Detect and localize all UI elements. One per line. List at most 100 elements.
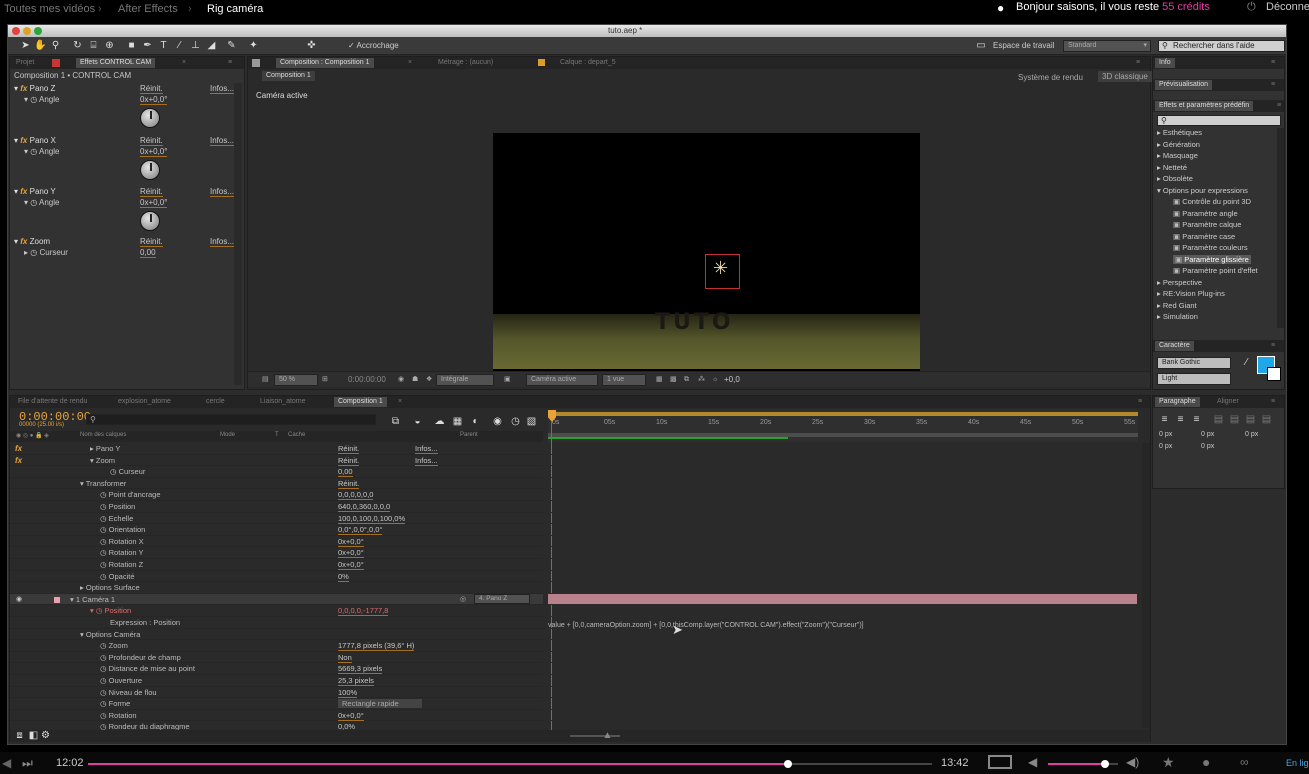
roto-brush-tool-icon[interactable]: ✎ [226,40,237,51]
panel-menu-icon[interactable]: ≡ [1267,397,1279,407]
timeline-track[interactable] [548,663,1137,675]
timeline-track[interactable] [548,710,1137,722]
volume-mute-icon[interactable]: ◀ [1028,755,1037,769]
timeline-layer-row[interactable]: ◷ Zoom 1777,8 pixels (39,6° H) [10,640,543,652]
timeline-track[interactable] [548,593,1137,606]
expand-arrow-icon[interactable]: ▸ [1157,301,1161,310]
stopwatch-icon[interactable]: ◷ [100,572,107,581]
effects-list-item[interactable]: ▸ Red Giant [1157,301,1197,310]
reset-link[interactable]: Réinit. [140,187,163,197]
expand-arrow-icon[interactable]: ▾ [14,136,18,145]
indent-first-value[interactable]: 0 px [1245,431,1258,438]
timeline-layer-row[interactable]: ◷ Forme Rectangle rapide [10,698,543,710]
fx-icon[interactable]: fx [20,136,27,145]
about-link[interactable]: Infos... [210,84,235,94]
stroke-color-swatch[interactable] [1267,367,1281,381]
scrollbar[interactable] [234,83,242,385]
snapshot-icon[interactable]: ◉ [394,375,408,385]
timeline-track[interactable] [548,536,1137,548]
reset-link[interactable]: Réinit. [140,84,163,94]
fx-icon[interactable]: fx [20,237,27,246]
pan-behind-tool-icon[interactable]: ⊕ [104,40,115,51]
comp-mini-flowchart-icon[interactable]: ⧉ [390,416,401,427]
angle-dial[interactable] [140,160,160,180]
tab-composition-1[interactable]: Composition 1 [262,71,315,81]
param-value[interactable]: 0,00 [140,248,156,258]
row-extra-link[interactable]: Infos... [415,444,438,454]
axis-mode-icon[interactable]: ✜ [306,40,317,51]
link-icon[interactable]: ∞ [1240,755,1249,769]
timeline-layer-row[interactable]: ◷ Echelle 100,0,100,0,100,0% [10,513,543,525]
effect-name[interactable]: ▾ fx Pano Z [14,84,55,93]
align-right-icon[interactable]: ≡ [1191,414,1202,425]
camera-tool-icon[interactable]: ⌸ [88,40,99,51]
timeline-track[interactable] [548,547,1137,559]
expand-arrow-icon[interactable]: ▾ [70,595,74,604]
expand-arrow-icon[interactable]: ▾ [90,456,94,465]
timeline-layer-row[interactable]: ◷ Niveau de flou 100% [10,687,543,699]
reset-link[interactable]: Réinit. [140,237,163,247]
camera-select[interactable]: Caméra active [526,374,598,386]
timeline-track[interactable] [548,501,1137,513]
timeline-layer-row[interactable]: ▾ Options Caméra [10,629,543,641]
panel-menu-icon[interactable]: ≡ [1267,58,1279,68]
breadcrumb-after-effects[interactable]: After Effects [118,3,178,15]
timeline-layer-row[interactable]: ◷ Rotation X 0x+0,0° [10,536,543,548]
text-tool-icon[interactable]: T [158,40,169,51]
effects-list-item[interactable]: ▸ Perspective [1157,278,1202,287]
effects-list-item[interactable]: ▸ RE:Vision Plug-ins [1157,289,1225,298]
effect-name[interactable]: ▾ fx Pano Y [14,187,56,196]
seek-bar[interactable] [88,760,932,768]
eyedropper-icon[interactable]: ⁄ [1241,357,1252,368]
grid-icon[interactable]: ▦ [652,375,667,385]
stamp-tool-icon[interactable]: ⊥ [190,40,201,51]
rectangle-tool-icon[interactable]: ■ [126,40,137,51]
stopwatch-icon[interactable]: ◷ [30,147,37,156]
zoom-tool-icon[interactable]: ⚲ [50,40,61,51]
tab-metrage[interactable]: Métrage : (aucun) [434,58,497,68]
justify-right-icon[interactable]: ▤ [1245,414,1256,425]
angle-dial[interactable] [140,211,160,231]
volume-slider[interactable] [1048,760,1118,768]
panel-menu-icon[interactable]: ≡ [224,58,236,68]
panel-menu-icon[interactable]: ≡ [1267,80,1279,90]
resolution-select[interactable]: Intégrale [436,374,494,386]
breadcrumb-all-videos[interactable]: Toutes mes vidéos [4,3,95,15]
graph-editor-icon[interactable]: ◉ [492,416,503,427]
selection-tool-icon[interactable]: ➤ [20,40,31,51]
panel-menu-icon[interactable]: ≡ [1277,101,1281,111]
credits-count[interactable]: 55 crédits [1162,1,1210,13]
disconnect-link[interactable]: Déconne [1266,1,1309,13]
expand-arrow-icon[interactable]: ▾ [90,606,94,615]
effects-list-item[interactable]: ▸ Génération [1157,140,1200,149]
effects-list-item[interactable]: ▸ Masquage [1157,151,1198,160]
timeline-track[interactable] [548,513,1137,525]
tab-align[interactable]: Aligner [1213,397,1243,407]
timeline-track[interactable] [548,571,1137,583]
chart-icon[interactable]: ▧ [526,416,537,427]
effects-search-input[interactable]: ⚲ [1157,115,1281,126]
flowchart-icon[interactable]: ⧉ [680,375,693,385]
effects-list-item[interactable]: ▸ Netteté [1157,163,1187,172]
stopwatch-icon[interactable]: ◷ [30,248,37,257]
zoom-select[interactable]: 50 % [274,374,318,386]
effects-list-item[interactable]: ▣ Paramètre glissière [1173,254,1251,264]
expand-arrow-icon[interactable]: ▸ [80,583,84,592]
fx-icon[interactable]: fx [15,456,22,465]
previous-icon[interactable]: ◀ [2,756,11,770]
space-after-value[interactable]: 0 px [1201,443,1214,450]
tab-paragraph[interactable]: Paragraphe [1155,397,1200,407]
timeline-track[interactable] [548,687,1137,699]
volume-handle[interactable] [1101,760,1110,768]
timeline-track[interactable] [548,478,1137,490]
timeline-icon[interactable]: ▩ [666,375,681,385]
fx-icon[interactable]: fx [15,444,22,453]
exposure-value[interactable]: +0,0 [724,375,740,384]
expand-arrow-icon[interactable]: ▾ [80,479,84,488]
effects-list-item[interactable]: ▸ Simulation [1157,312,1198,321]
tab-effects-control-cam[interactable]: Effets CONTROL CAM [76,58,156,68]
param-value[interactable]: 0x+0,0° [140,147,168,157]
timeline-layer-row[interactable]: ◷ Orientation 0,0°,0,0°,0,0° [10,524,543,536]
row-value[interactable]: 0,0°,0,0°,0,0° [338,525,383,536]
row-value[interactable]: 100,0,100,0,100,0% [338,514,406,524]
